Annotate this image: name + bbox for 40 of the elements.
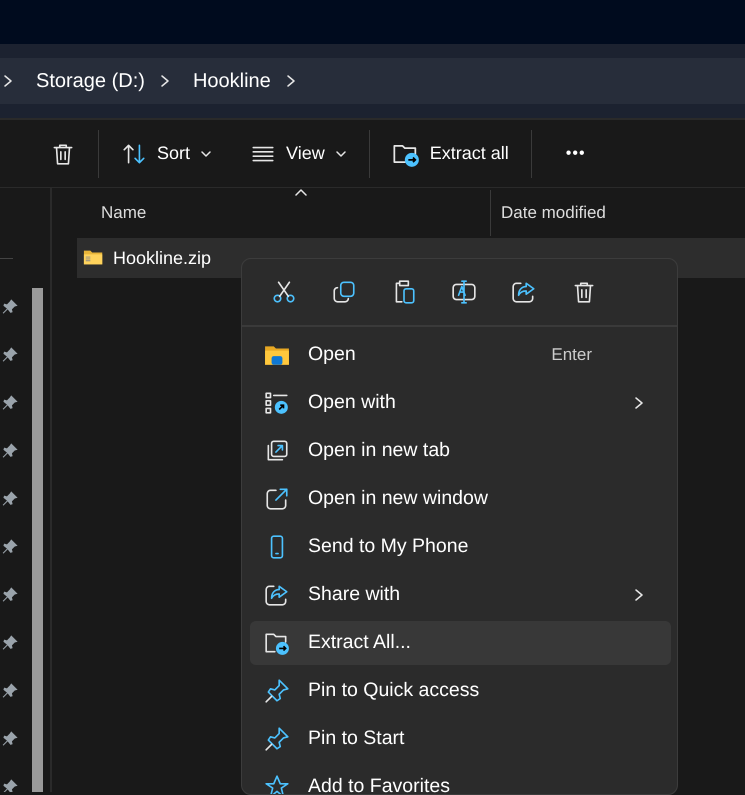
dropdown-button[interactable]: View <box>238 134 359 173</box>
pin-icon[interactable] <box>2 298 19 315</box>
menu-item[interactable]: Pin to Start <box>250 717 671 761</box>
menu-item[interactable]: Extract All... <box>250 621 671 665</box>
rename-icon <box>451 279 477 305</box>
pin-icon[interactable] <box>2 394 19 411</box>
dropdown-button[interactable]: Sort <box>109 134 224 173</box>
menu-item[interactable]: Open Enter <box>250 333 671 377</box>
copy-icon <box>331 279 357 305</box>
menu-item[interactable]: Open in new window <box>250 477 671 521</box>
extract-all-button[interactable]: Extract all <box>380 134 521 174</box>
scrollbar-thumb[interactable] <box>32 288 43 792</box>
new-window-icon <box>264 486 290 512</box>
breadcrumb-item[interactable]: Storage (D:) <box>36 66 145 96</box>
pin-icon[interactable] <box>2 442 19 459</box>
menu-item[interactable]: Share with <box>250 573 671 617</box>
menu-item[interactable]: Add to Favorites <box>250 765 671 794</box>
open-with-icon <box>264 390 290 416</box>
menu-item[interactable]: Send to My Phone <box>250 525 671 569</box>
menu-item[interactable]: Pin to Quick access <box>250 669 671 713</box>
pin-icon[interactable] <box>2 778 19 792</box>
pin-icon[interactable] <box>2 586 19 603</box>
pin-icon <box>264 678 290 704</box>
file-name: Hookline.zip <box>113 246 212 270</box>
pin-icon[interactable] <box>2 538 19 555</box>
breadcrumb-item[interactable]: Hookline <box>192 66 271 96</box>
menu-item[interactable]: Open with <box>250 381 671 425</box>
pin-icon[interactable] <box>2 730 19 747</box>
more-button[interactable]: ••• <box>554 136 598 172</box>
menu-item[interactable]: Open in new tab <box>250 429 671 473</box>
column-header[interactable]: Date modified <box>490 190 606 236</box>
cut-icon <box>271 279 297 305</box>
pin-icon <box>264 726 290 752</box>
pin-icon[interactable] <box>2 490 19 507</box>
shortcut-text: Enter <box>551 344 592 366</box>
pin-icon[interactable] <box>2 682 19 699</box>
pin-icon[interactable] <box>2 346 19 363</box>
star-icon <box>264 774 290 794</box>
column-header[interactable]: Name <box>77 200 490 226</box>
pin-icon[interactable] <box>2 634 19 651</box>
